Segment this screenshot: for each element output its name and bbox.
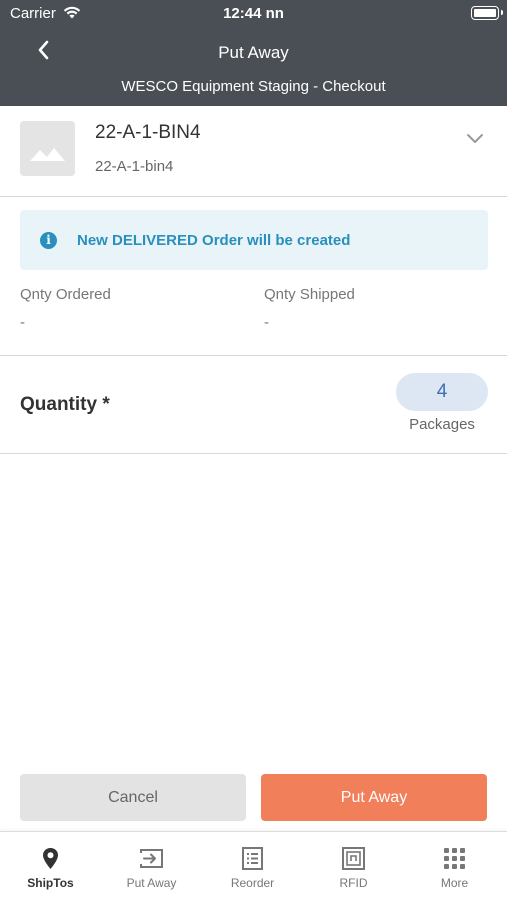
rfid-icon bbox=[342, 847, 365, 870]
page-title: Put Away bbox=[218, 43, 289, 62]
quantity-unit: Packages bbox=[409, 416, 475, 433]
grid-dots-icon bbox=[444, 848, 465, 869]
tab-bar: ShipTos Put Away Reorder RFID More bbox=[0, 831, 507, 900]
tab-label: Reorder bbox=[230, 876, 275, 890]
tab-label: RFID bbox=[339, 876, 368, 890]
reorder-list-icon bbox=[242, 847, 263, 870]
qnty-shipped-value: - bbox=[264, 314, 269, 331]
item-code: 22-A-1-bin4 bbox=[95, 158, 174, 175]
info-notice-text: New DELIVERED Order will be created bbox=[77, 232, 351, 249]
info-icon: i bbox=[40, 232, 57, 249]
cancel-button[interactable]: Cancel bbox=[20, 774, 246, 821]
quantity-label: Quantity * bbox=[20, 394, 110, 415]
tab-label: Put Away bbox=[126, 876, 177, 890]
tab-label: More bbox=[440, 876, 469, 890]
item-name: 22-A-1-BIN4 bbox=[95, 122, 201, 143]
qnty-shipped-label: Qnty Shipped bbox=[264, 286, 355, 303]
tab-reorder[interactable]: Reorder bbox=[202, 832, 303, 900]
tab-shiptos[interactable]: ShipTos bbox=[0, 832, 101, 900]
qnty-ordered-label: Qnty Ordered bbox=[20, 286, 111, 303]
tab-put-away[interactable]: Put Away bbox=[101, 832, 202, 900]
quantity-input[interactable]: 4 bbox=[396, 373, 488, 411]
put-away-icon bbox=[140, 849, 163, 868]
tab-label: ShipTos bbox=[27, 876, 74, 890]
tab-more[interactable]: More bbox=[404, 832, 505, 900]
location-pin-icon bbox=[43, 848, 58, 869]
battery-icon bbox=[471, 6, 503, 20]
app-header: Carrier 12:44 nn Put Away WESCO Equipmen… bbox=[0, 0, 507, 106]
qnty-ordered-value: - bbox=[20, 314, 25, 331]
page-subtitle: WESCO Equipment Staging - Checkout bbox=[121, 78, 386, 95]
divider bbox=[0, 453, 507, 454]
status-bar: Carrier 12:44 nn bbox=[0, 0, 507, 28]
tab-rfid[interactable]: RFID bbox=[303, 832, 404, 900]
chevron-down-icon[interactable] bbox=[466, 132, 484, 144]
info-notice: i New DELIVERED Order will be created bbox=[20, 210, 488, 270]
divider bbox=[0, 355, 507, 356]
item-selector[interactable]: 22-A-1-BIN4 22-A-1-bin4 bbox=[0, 106, 507, 197]
put-away-button[interactable]: Put Away bbox=[261, 774, 487, 821]
clock: 12:44 nn bbox=[223, 5, 284, 22]
image-placeholder-icon bbox=[20, 121, 75, 176]
